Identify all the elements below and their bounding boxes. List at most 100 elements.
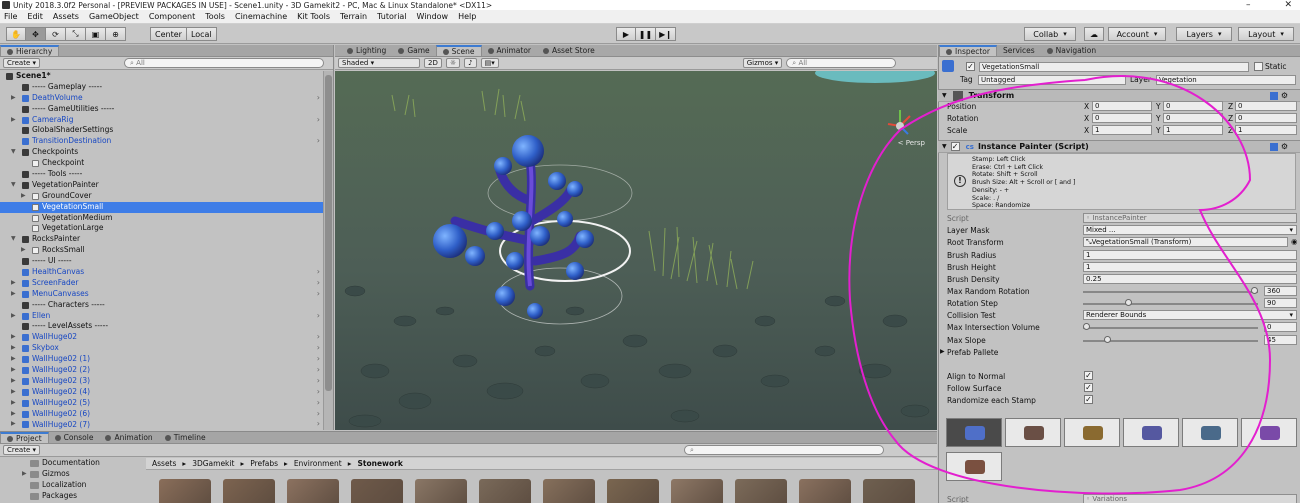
max-random-rotation-knob[interactable] xyxy=(1251,287,1258,294)
collapse-arrow-icon[interactable]: ▶ xyxy=(11,387,19,398)
play-button[interactable]: ▶ xyxy=(616,27,636,41)
collapse-arrow-icon[interactable]: ▶ xyxy=(11,332,19,343)
hierarchy-item[interactable]: ▶ CameraRig › xyxy=(0,115,323,126)
collapse-arrow-icon[interactable]: ▶ xyxy=(11,93,19,104)
hierarchy-item[interactable]: ▶ ScreenFader › xyxy=(0,278,323,289)
follow-surface-checkbox[interactable]: ✓ xyxy=(1084,383,1093,392)
tab-timeline[interactable]: Timeline xyxy=(159,432,212,443)
hierarchy-item[interactable]: GlobalShaderSettings xyxy=(0,125,323,136)
hierarchy-scrollbar[interactable] xyxy=(323,71,333,430)
settings-icon[interactable]: ⚙ xyxy=(1281,91,1288,100)
collapse-arrow-icon[interactable]: ▶ xyxy=(11,365,19,376)
root-transform-field[interactable]: ⤡VegetationSmall (Transform) xyxy=(1083,237,1288,247)
tab-console[interactable]: Console xyxy=(49,432,100,443)
open-prefab-icon[interactable]: › xyxy=(317,136,320,147)
rotation-step-knob[interactable] xyxy=(1125,299,1132,306)
tab-animator[interactable]: Animator xyxy=(482,45,537,56)
hierarchy-scroll-thumb[interactable] xyxy=(325,75,332,391)
transform-y-field[interactable]: 0 xyxy=(1163,113,1223,123)
hierarchy-item[interactable]: ----- LevelAssets ----- xyxy=(0,321,323,332)
align-to-normal-checkbox[interactable]: ✓ xyxy=(1084,371,1093,380)
hierarchy-item[interactable]: VegetationSmall xyxy=(0,201,323,213)
open-prefab-icon[interactable]: › xyxy=(317,398,320,409)
hierarchy-item[interactable]: ▶ GroundCover xyxy=(0,191,323,202)
menu-tutorial[interactable]: Tutorial xyxy=(377,12,406,21)
collapse-arrow-icon[interactable]: ▶ xyxy=(11,343,19,354)
gizmos-dropdown[interactable]: Gizmos ▾ xyxy=(742,58,783,68)
scene-viewport[interactable]: < Persp xyxy=(335,71,937,430)
asset-tile[interactable] xyxy=(283,475,341,503)
hierarchy-create-dropdown[interactable]: Create ▾ xyxy=(3,58,41,68)
close-button[interactable]: ✕ xyxy=(1284,0,1292,10)
transform-y-field[interactable]: 1 xyxy=(1163,125,1223,135)
open-prefab-icon[interactable]: › xyxy=(317,365,320,376)
folder-item[interactable]: Packages xyxy=(0,491,145,502)
hierarchy-item[interactable]: ▶ WallHuge02 (5) › xyxy=(0,398,323,409)
rotation-step-track[interactable] xyxy=(1083,303,1258,305)
max-slope-field[interactable]: 45 xyxy=(1264,335,1297,345)
painter-enabled-checkbox[interactable]: ✓ xyxy=(950,142,960,151)
breadcrumb-item[interactable]: Stonework xyxy=(357,459,402,468)
breadcrumb-item[interactable]: Environment xyxy=(294,459,342,468)
expand-arrow-icon[interactable]: ▼ xyxy=(11,147,19,158)
max-random-rotation-field[interactable]: 360 xyxy=(1264,286,1297,296)
menu-tools[interactable]: Tools xyxy=(205,12,225,21)
prefab-thumb-7[interactable] xyxy=(946,452,1002,481)
asset-tile[interactable] xyxy=(155,475,213,503)
open-prefab-icon[interactable]: › xyxy=(317,387,320,398)
collapse-arrow-icon[interactable]: ▶ xyxy=(11,115,19,126)
tab-lighting[interactable]: Lighting xyxy=(341,45,392,56)
hierarchy-item[interactable]: ▶ WallHuge02 (2) › xyxy=(0,365,323,376)
layout-dropdown[interactable]: Layout xyxy=(1238,27,1294,41)
hierarchy-item[interactable]: ▶ WallHuge02 (4) › xyxy=(0,387,323,398)
collapse-arrow-icon[interactable]: ▶ xyxy=(11,409,19,420)
asset-tile[interactable] xyxy=(795,475,853,503)
breadcrumb-item[interactable]: Prefabs xyxy=(250,459,278,468)
hierarchy-item[interactable]: VegetationMedium xyxy=(0,213,323,224)
menu-assets[interactable]: Assets xyxy=(53,12,79,21)
hierarchy-item[interactable]: TransitionDestination › xyxy=(0,136,323,147)
tab-project[interactable]: Project xyxy=(0,432,49,443)
project-search-input[interactable]: ⌕ xyxy=(684,445,885,455)
shading-mode-dropdown[interactable]: Shaded ▾ xyxy=(338,58,420,68)
hierarchy-item[interactable]: ▼ Scene1* xyxy=(0,71,323,82)
hierarchy-item[interactable]: ▶ RocksSmall xyxy=(0,245,323,256)
asset-tile[interactable] xyxy=(475,475,533,503)
rotation-step-field[interactable]: 90 xyxy=(1264,298,1297,308)
brush-height-field[interactable]: 1 xyxy=(1083,262,1297,272)
menu-terrain[interactable]: Terrain xyxy=(340,12,367,21)
transform-x-field[interactable]: 0 xyxy=(1092,101,1152,111)
hierarchy-item[interactable]: ▶ WallHuge02 (7) › xyxy=(0,419,323,431)
transform-x-field[interactable]: 1 xyxy=(1092,125,1152,135)
hand-tool-button[interactable]: ✋ xyxy=(6,27,26,41)
open-prefab-icon[interactable]: › xyxy=(317,376,320,387)
transform-y-field[interactable]: 0 xyxy=(1163,101,1223,111)
collapse-arrow-icon[interactable]: ▶ xyxy=(11,278,19,289)
hierarchy-item[interactable]: ----- Characters ----- xyxy=(0,300,323,311)
2d-toggle[interactable]: 2D xyxy=(424,58,442,68)
step-button[interactable]: ▶❙ xyxy=(656,27,676,41)
local-toggle[interactable]: Local xyxy=(186,27,217,41)
tab-asset-store[interactable]: Asset Store xyxy=(537,45,601,56)
painter-help-icon[interactable] xyxy=(1270,142,1278,151)
open-prefab-icon[interactable]: › xyxy=(317,332,320,343)
menu-component[interactable]: Component xyxy=(149,12,195,21)
collapse-arrow-icon[interactable]: ▶ xyxy=(11,311,19,322)
max-random-rotation-track[interactable] xyxy=(1083,291,1258,293)
collapse-arrow-icon[interactable]: ▶ xyxy=(21,191,29,202)
painter-settings-icon[interactable]: ⚙ xyxy=(1281,142,1288,151)
hierarchy-item[interactable]: VegetationLarge xyxy=(0,223,323,234)
prefab-pallete-label[interactable]: Prefab Pallete xyxy=(947,348,998,357)
open-prefab-icon[interactable]: › xyxy=(317,409,320,420)
project-create-dropdown[interactable]: Create ▾ xyxy=(3,445,41,455)
transform-z-field[interactable]: 1 xyxy=(1235,125,1297,135)
asset-tile[interactable] xyxy=(859,475,917,503)
open-prefab-icon[interactable]: › xyxy=(317,419,320,430)
open-prefab-icon[interactable]: › xyxy=(317,289,320,300)
menu-file[interactable]: File xyxy=(4,12,17,21)
center-toggle[interactable]: Center xyxy=(150,27,187,41)
randomize-stamp-checkbox[interactable]: ✓ xyxy=(1084,395,1093,404)
hierarchy-item[interactable]: ----- UI ----- xyxy=(0,256,323,267)
menu-window[interactable]: Window xyxy=(417,12,449,21)
brush-radius-field[interactable]: 1 xyxy=(1083,250,1297,260)
